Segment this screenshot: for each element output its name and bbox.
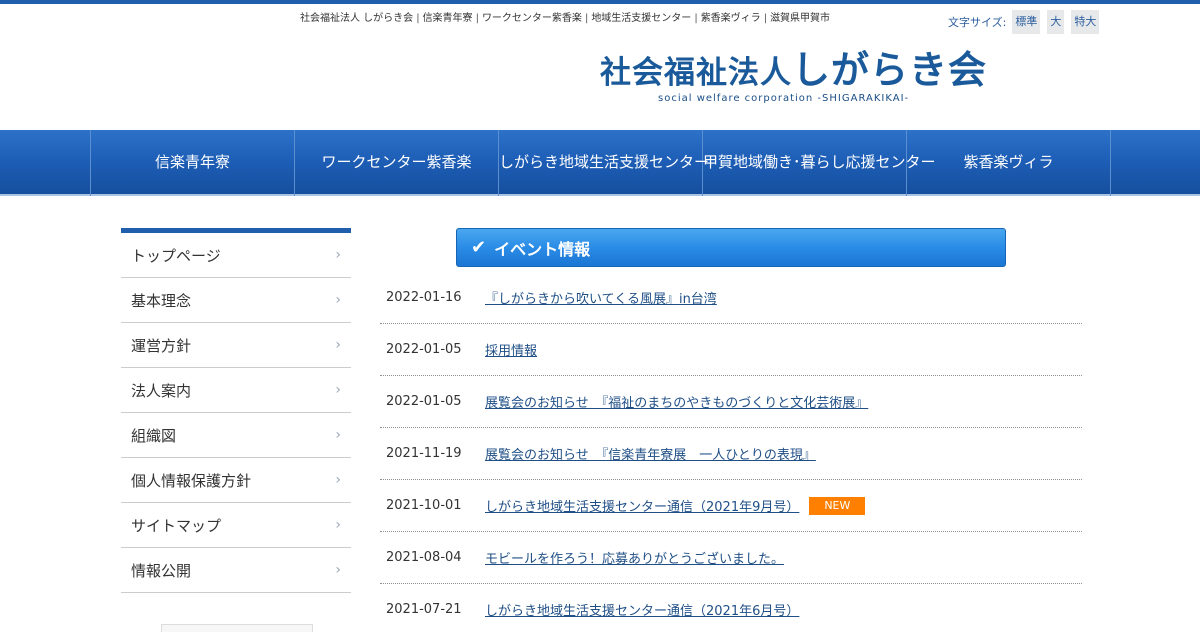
event-link[interactable]: 展覧会のお知らせ 『福祉のまちのやきものづくりと文化芸術展』 [485,392,868,411]
event-link[interactable]: 採用情報 [485,340,537,359]
site-logo[interactable]: 社会福祉法人しがらき会 social welfare corporation -… [600,50,990,104]
font-size-xlarge-button[interactable]: 特大 [1071,10,1100,34]
global-nav: 信楽青年寮 ワークセンター紫香楽 しがらき地域生活支援センター 甲賀地域働き･暮… [0,130,1200,196]
check-icon: ✔ [471,237,487,258]
event-link[interactable]: 『しがらきから吹いてくる風展』in台湾 [485,288,717,307]
sidebar-item-policy[interactable]: 運営方針 › [121,323,351,368]
event-date: 2021-07-21 [386,602,462,617]
global-nav-support-center[interactable]: しがらき地域生活支援センター [499,130,709,196]
event-date: 2022-01-05 [386,342,462,357]
sidebar-menu: トップページ › 基本理念 › 運営方針 › 法人案内 › 組織図 › 個人情報保護方針 ›… [121,228,351,632]
sidebar-item-label: 法人案内 [131,381,192,400]
chevron-right-icon: › [335,382,341,398]
sidebar-item-label: 基本理念 [131,291,192,310]
list-item: 2022-01-05 展覧会のお知らせ 『福祉のまちのやきものづくりと文化芸術展… [380,376,1082,428]
sidebar-item-label: 情報公開 [131,561,192,580]
event-link[interactable]: しがらき地域生活支援センター通信（2021年6月号） [485,600,799,619]
global-nav-seinenryo[interactable]: 信楽青年寮 [91,130,295,196]
font-size-standard-button[interactable]: 標準 [1012,10,1041,34]
new-badge: NEW [809,496,866,515]
list-item: 2021-08-04 モビールを作ろう！応募ありがとうございました。 [380,532,1082,584]
list-item: 2022-01-05 採用情報 [380,324,1082,376]
sidebar-item-philosophy[interactable]: 基本理念 › [121,278,351,323]
sidebar-item-about[interactable]: 法人案内 › [121,368,351,413]
sidebar-item-disclosure[interactable]: 情報公開 › [121,548,351,593]
events-heading-text: イベント情報 [494,239,591,259]
font-size-switcher: 文字サイズ: 標準 大 特大 [948,10,1106,34]
sidebar-item-label: 個人情報保護方針 [131,471,252,490]
event-date: 2022-01-16 [386,290,462,305]
top-link-support-center[interactable]: 地域生活支援センター [591,13,691,24]
sidebar-item-label: トップページ [131,246,221,265]
top-link-seinenryo[interactable]: 信楽青年寮 [423,13,473,24]
sidebar-banner[interactable] [161,624,313,632]
top-link-villa[interactable]: 紫香楽ヴィラ [701,13,761,24]
top-link-corporation[interactable]: 社会福祉法人 しがらき会 [300,13,413,24]
events-list: 2022-01-16 『しがらきから吹いてくる風展』in台湾 2022-01-0… [380,272,1082,632]
top-links: 社会福祉法人 しがらき会 | 信楽青年寮 | ワークセンター紫香楽 | 地域生活支援センター… [300,13,831,24]
font-size-label: 文字サイズ: [948,16,1007,29]
events-heading: ✔ イベント情報 [456,228,1006,267]
sidebar-item-sitemap[interactable]: サイトマップ › [121,503,351,548]
chevron-right-icon: › [335,472,341,488]
font-size-large-button[interactable]: 大 [1047,10,1065,34]
event-date: 2021-10-01 [386,498,462,513]
event-link[interactable]: モビールを作ろう！応募ありがとうございました。 [485,548,784,567]
top-accent-line [0,0,1200,4]
list-item: 2021-07-21 しがらき地域生活支援センター通信（2021年6月号） [380,584,1082,632]
sidebar-item-privacy[interactable]: 個人情報保護方針 › [121,458,351,503]
sidebar-item-label: 運営方針 [131,336,192,355]
chevron-right-icon: › [335,292,341,308]
global-nav-workcenter[interactable]: ワークセンター紫香楽 [295,130,499,196]
top-link-workcenter[interactable]: ワークセンター紫香楽 [482,13,582,24]
global-nav-villa[interactable]: 紫香楽ヴィラ [907,130,1111,196]
global-nav-koka-center[interactable]: 甲賀地域働き･暮らし応援センター [703,130,936,196]
list-item: 2022-01-16 『しがらきから吹いてくる風展』in台湾 [380,272,1082,324]
chevron-right-icon: › [335,427,341,443]
logo-title: 社会福祉法人しがらき会 [600,50,990,93]
logo-english: social welfare corporation -SHIGARAKIKAI… [658,93,910,104]
event-date: 2021-08-04 [386,550,462,565]
sidebar-item-top[interactable]: トップページ › [121,233,351,278]
logo-name: しがらき会 [792,48,988,92]
sidebar-item-organization[interactable]: 組織図 › [121,413,351,458]
event-date: 2022-01-05 [386,394,462,409]
event-link[interactable]: しがらき地域生活支援センター通信（2021年9月号） [485,496,799,515]
chevron-right-icon: › [335,562,341,578]
list-item: 2021-11-19 展覧会のお知らせ 『信楽青年寮展 一人ひとりの表現』 [380,428,1082,480]
chevron-right-icon: › [335,517,341,533]
top-link-koka-city[interactable]: 滋賀県甲賀市 [770,13,830,24]
chevron-right-icon: › [335,337,341,353]
event-date: 2021-11-19 [386,446,462,461]
event-link[interactable]: 展覧会のお知らせ 『信楽青年寮展 一人ひとりの表現』 [485,444,816,463]
chevron-right-icon: › [335,247,341,263]
sidebar-item-label: サイトマップ [131,516,222,535]
sidebar-item-label: 組織図 [131,426,177,445]
list-item: 2021-10-01 しがらき地域生活支援センター通信（2021年9月号） NE… [380,480,1082,532]
logo-prefix: 社会福祉法人 [600,55,792,91]
